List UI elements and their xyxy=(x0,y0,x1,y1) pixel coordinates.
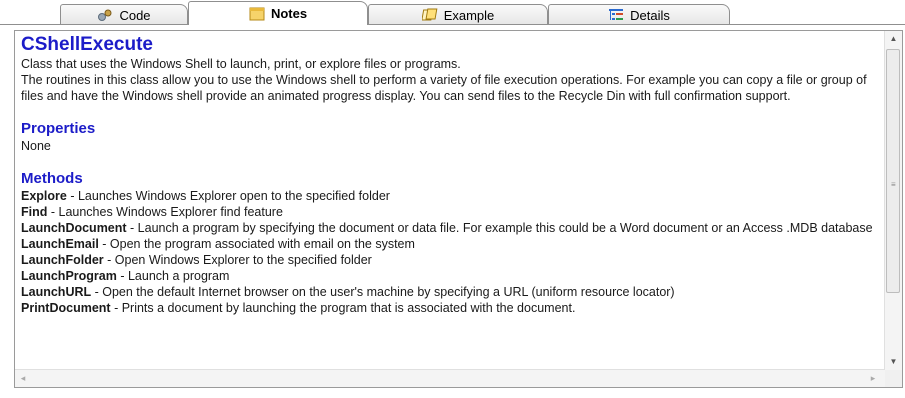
method-item: LaunchProgram - Launch a program xyxy=(21,268,875,284)
scrollbar-corner xyxy=(885,370,902,387)
method-name: Explore xyxy=(21,189,67,203)
scroll-left-arrow-icon[interactable]: ◂ xyxy=(15,370,31,387)
method-name: PrintDocument xyxy=(21,301,111,315)
tab-example[interactable]: Example xyxy=(368,4,548,25)
method-item: PrintDocument - Prints a document by lau… xyxy=(21,300,875,316)
method-item: LaunchURL - Open the default Internet br… xyxy=(21,284,875,300)
notes-panel: CShellExecute Class that uses the Window… xyxy=(14,30,903,388)
method-item: LaunchEmail - Open the program associate… xyxy=(21,236,875,252)
class-title: CShellExecute xyxy=(21,34,153,55)
example-icon xyxy=(421,8,438,21)
method-desc: - Open the default Internet browser on t… xyxy=(91,285,675,299)
class-summary: Class that uses the Windows Shell to lau… xyxy=(21,57,461,71)
method-item: Explore - Launches Windows Explorer open… xyxy=(21,188,875,204)
notes-icon xyxy=(249,7,265,20)
tab-baseline xyxy=(0,24,905,25)
notes-content: CShellExecute Class that uses the Window… xyxy=(21,34,875,372)
tab-example-label: Example xyxy=(443,7,495,23)
tab-bar: Code Notes Example Details xyxy=(0,0,905,25)
properties-value: None xyxy=(21,139,51,153)
method-desc: - Launches Windows Explorer open to the … xyxy=(66,189,390,203)
method-name: Find xyxy=(21,205,48,219)
method-desc: - Open Windows Explorer to the specified… xyxy=(103,253,372,267)
tab-notes[interactable]: Notes xyxy=(188,1,368,25)
methods-list: Explore - Launches Windows Explorer open… xyxy=(21,188,875,316)
scroll-up-arrow-icon[interactable]: ▲ xyxy=(885,31,902,47)
details-icon xyxy=(609,9,624,20)
method-name: LaunchEmail xyxy=(21,237,99,251)
method-name: LaunchProgram xyxy=(21,269,117,283)
method-item: LaunchFolder - Open Windows Explorer to … xyxy=(21,252,875,268)
grip-icon: ≡ xyxy=(891,180,896,189)
method-desc: - Launch a program xyxy=(116,269,230,283)
horizontal-scrollbar[interactable]: ◂ ▸ xyxy=(15,369,885,387)
vertical-scrollbar[interactable]: ▲ ≡ ▼ xyxy=(884,31,902,370)
scroll-right-arrow-icon[interactable]: ▸ xyxy=(865,370,881,387)
method-item: Find - Launches Windows Explorer find fe… xyxy=(21,204,875,220)
methods-heading: Methods xyxy=(21,170,83,187)
method-item: LaunchDocument - Launch a program by spe… xyxy=(21,220,875,236)
properties-heading: Properties xyxy=(21,120,96,137)
class-description: The routines in this class allow you to … xyxy=(21,73,867,103)
tab-code-label: Code xyxy=(119,7,151,23)
method-desc: - Prints a document by launching the pro… xyxy=(110,301,576,315)
tab-code[interactable]: Code xyxy=(60,4,188,25)
code-icon xyxy=(98,9,112,21)
tab-details[interactable]: Details xyxy=(548,4,730,25)
tab-notes-label: Notes xyxy=(270,6,308,21)
method-name: LaunchURL xyxy=(21,285,92,299)
scroll-down-arrow-icon[interactable]: ▼ xyxy=(885,354,902,370)
method-name: LaunchFolder xyxy=(21,253,104,267)
tab-details-label: Details xyxy=(630,7,670,23)
vertical-scroll-thumb[interactable]: ≡ xyxy=(886,49,900,293)
method-desc: - Open the program associated with email… xyxy=(98,237,415,251)
method-name: LaunchDocument xyxy=(21,221,127,235)
method-desc: - Launches Windows Explorer find feature xyxy=(47,205,283,219)
method-desc: - Launch a program by specifying the doc… xyxy=(126,221,873,235)
